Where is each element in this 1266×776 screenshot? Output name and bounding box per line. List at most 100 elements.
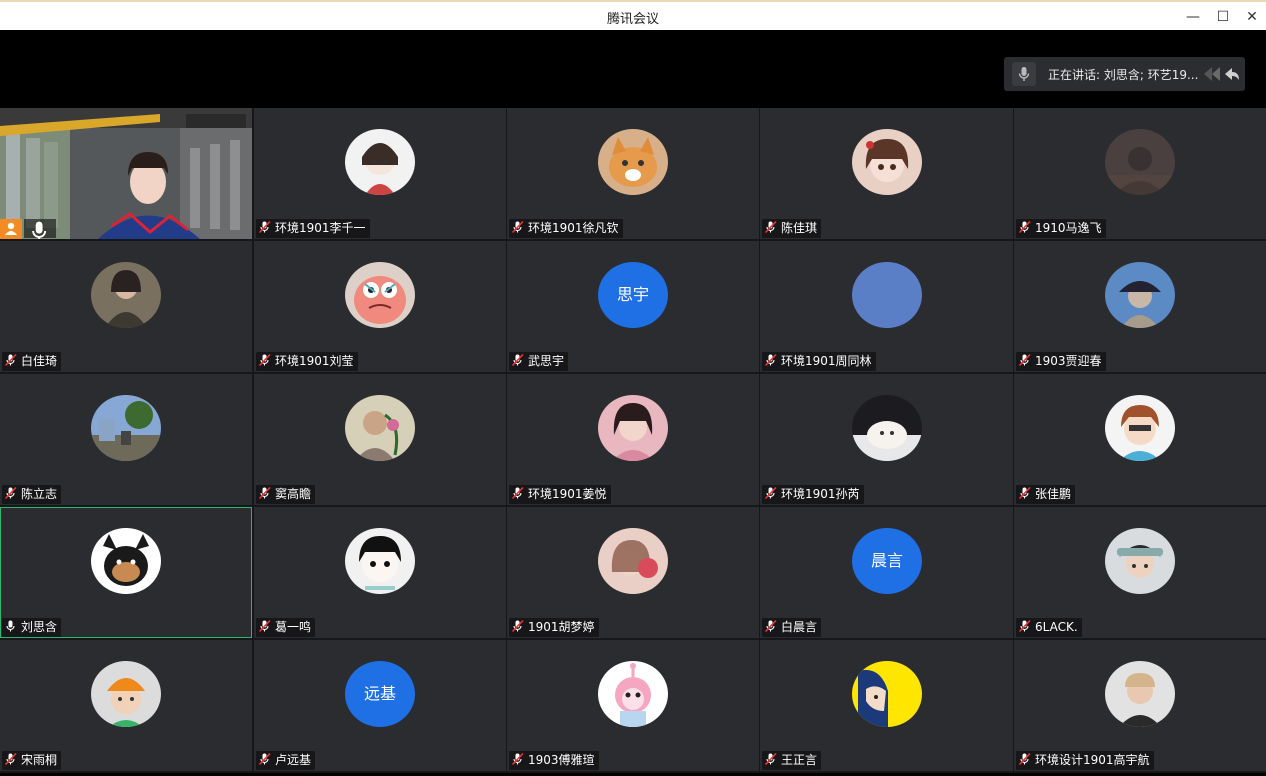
participant-name: 卢远基 [256, 751, 316, 770]
participant-tile[interactable]: 张佳鹏 [1014, 374, 1266, 505]
participant-name-label: 窦高瞻 [275, 487, 312, 501]
participant-name-label: 陈立志 [21, 487, 58, 501]
participant-tile[interactable]: 环境1901姜悦 [507, 374, 759, 505]
participant-tile[interactable]: 1901胡梦婷 [507, 507, 759, 638]
participant-tile[interactable]: 环境1901孙芮 [760, 374, 1013, 505]
participant-tile[interactable]: 陈佳琪 [760, 108, 1013, 239]
mic-muted-icon [764, 220, 781, 235]
mic-muted-icon [511, 619, 528, 634]
participant-name: 环境1901孙芮 [762, 485, 864, 504]
participant-name: 张佳鹏 [1016, 485, 1076, 504]
participant-name: 环境1901徐凡钦 [509, 219, 623, 238]
white-cat-avatar [852, 395, 922, 461]
participant-tile[interactable]: 陈立志 [0, 374, 252, 505]
pink-girl-avatar [598, 528, 668, 594]
participant-tile[interactable]: 1910马逸飞 [1014, 108, 1266, 239]
mic-muted-icon [764, 752, 781, 767]
participant-name: 白佳琦 [2, 352, 62, 371]
participant-name: 环境1901刘莹 [256, 352, 358, 371]
participant-name: 6LACK. [1016, 618, 1082, 637]
participant-name: 环境1901周同林 [762, 352, 876, 371]
participant-tile[interactable]: 1903贾迎春 [1014, 241, 1266, 372]
mic-muted-icon [1018, 353, 1035, 368]
participant-name-label: 6LACK. [1035, 620, 1078, 634]
participant-name-label: 1903傅雅瑄 [528, 753, 595, 767]
participant-name-label: 葛一鸣 [275, 620, 312, 634]
mic-on-icon [4, 620, 21, 634]
participant-name: 环境设计1901高宇航 [1016, 751, 1154, 770]
text-avatar: 远基 [345, 661, 415, 727]
participant-tile[interactable]: 冉冉 [0, 108, 252, 239]
participant-name-label: 王正言 [781, 753, 818, 767]
window-title: 腾讯会议 [606, 12, 659, 27]
robot-girl-avatar [1105, 528, 1175, 594]
mic-muted-icon [258, 220, 275, 235]
participant-tile[interactable]: 环境1901李千一 [254, 108, 506, 239]
participant-name: 1903贾迎春 [1016, 352, 1106, 371]
maximize-button[interactable]: ☐ [1210, 6, 1236, 28]
mic-on-icon [28, 221, 52, 239]
mic-muted-icon [258, 619, 275, 634]
participant-tile[interactable]: 环境1901徐凡钦 [507, 108, 759, 239]
participant-tile[interactable]: 环境设计1901高宇航 [1014, 640, 1266, 771]
participant-tile[interactable]: 思宇 武思宇 [507, 241, 759, 372]
participant-name: 刘思含 [2, 618, 62, 637]
participant-name-label: 武思宇 [528, 354, 565, 368]
participant-tile[interactable]: 刘思含 [0, 507, 252, 638]
patrick-avatar [345, 262, 415, 328]
yellow-anime-avatar [852, 661, 922, 727]
cat-orange-avatar [598, 129, 668, 195]
mic-muted-icon [1018, 619, 1035, 634]
title-bar: 腾讯会议 — ☐ ✕ [0, 0, 1266, 30]
participant-tile[interactable]: 白佳琦 [0, 241, 252, 372]
participant-name: 窦高瞻 [256, 485, 316, 504]
kid-photo-avatar [1105, 661, 1175, 727]
participant-name: 1901胡梦婷 [509, 618, 599, 637]
mic-muted-icon [764, 486, 781, 501]
hat-photo-avatar [1105, 262, 1175, 328]
boy-cartoon-avatar [1105, 395, 1175, 461]
participant-tile[interactable]: 1903傅雅瑄 [507, 640, 759, 771]
participant-name-label: 环境设计1901高宇航 [1035, 753, 1150, 767]
mic-muted-icon [511, 220, 528, 235]
participant-tile[interactable]: 6LACK. [1014, 507, 1266, 638]
participant-tile[interactable]: 葛一鸣 [254, 507, 506, 638]
mic-muted-icon [511, 752, 528, 767]
participant-tile[interactable]: 王正言 [760, 640, 1013, 771]
dog-cartoon-avatar [91, 528, 161, 594]
default-avatar [852, 262, 922, 328]
minimize-button[interactable]: — [1180, 6, 1206, 28]
participant-name-label: 刘思含 [21, 620, 58, 634]
close-button[interactable]: ✕ [1239, 6, 1265, 28]
participant-name-label: 环境1901李千一 [275, 221, 366, 235]
participant-name-label: 宋雨桐 [21, 753, 58, 767]
girl-photo-avatar [91, 262, 161, 328]
participant-name: 1910马逸飞 [1016, 219, 1106, 238]
collapse-arrow-icon[interactable] [1202, 64, 1242, 84]
mic-muted-icon [1018, 486, 1035, 501]
mic-muted-icon [4, 353, 21, 368]
participant-name: 陈立志 [2, 485, 62, 504]
participant-tile[interactable]: 环境1901周同林 [760, 241, 1013, 372]
participant-name-label: 白晨言 [781, 620, 818, 634]
participant-tile[interactable]: 远基卢远基 [254, 640, 506, 771]
participant-name: 冉冉 [24, 219, 57, 239]
participant-name: 葛一鸣 [256, 618, 316, 637]
participant-name-label: 1910马逸飞 [1035, 221, 1102, 235]
mic-muted-icon [258, 353, 275, 368]
participant-name: 武思宇 [509, 352, 569, 371]
girl-pink-avatar [598, 395, 668, 461]
participant-name: 1903傅雅瑄 [509, 751, 599, 770]
mic-muted-icon [511, 353, 528, 368]
participant-tile[interactable]: 环境1901刘莹 [254, 241, 506, 372]
participant-name-label: 环境1901姜悦 [528, 487, 607, 501]
participant-name-label: 白佳琦 [21, 354, 58, 368]
participant-name: 白晨言 [762, 618, 822, 637]
participant-tile[interactable]: 窦高瞻 [254, 374, 506, 505]
speaking-indicator[interactable]: 正在讲话: 刘思含; 环艺19... [1004, 57, 1245, 91]
participant-tile[interactable]: 晨言 白晨言 [760, 507, 1013, 638]
participant-tile[interactable]: 宋雨桐 [0, 640, 252, 771]
flower-photo-avatar [345, 395, 415, 461]
mic-muted-icon [764, 353, 781, 368]
participant-name-label: 陈佳琪 [781, 221, 818, 235]
